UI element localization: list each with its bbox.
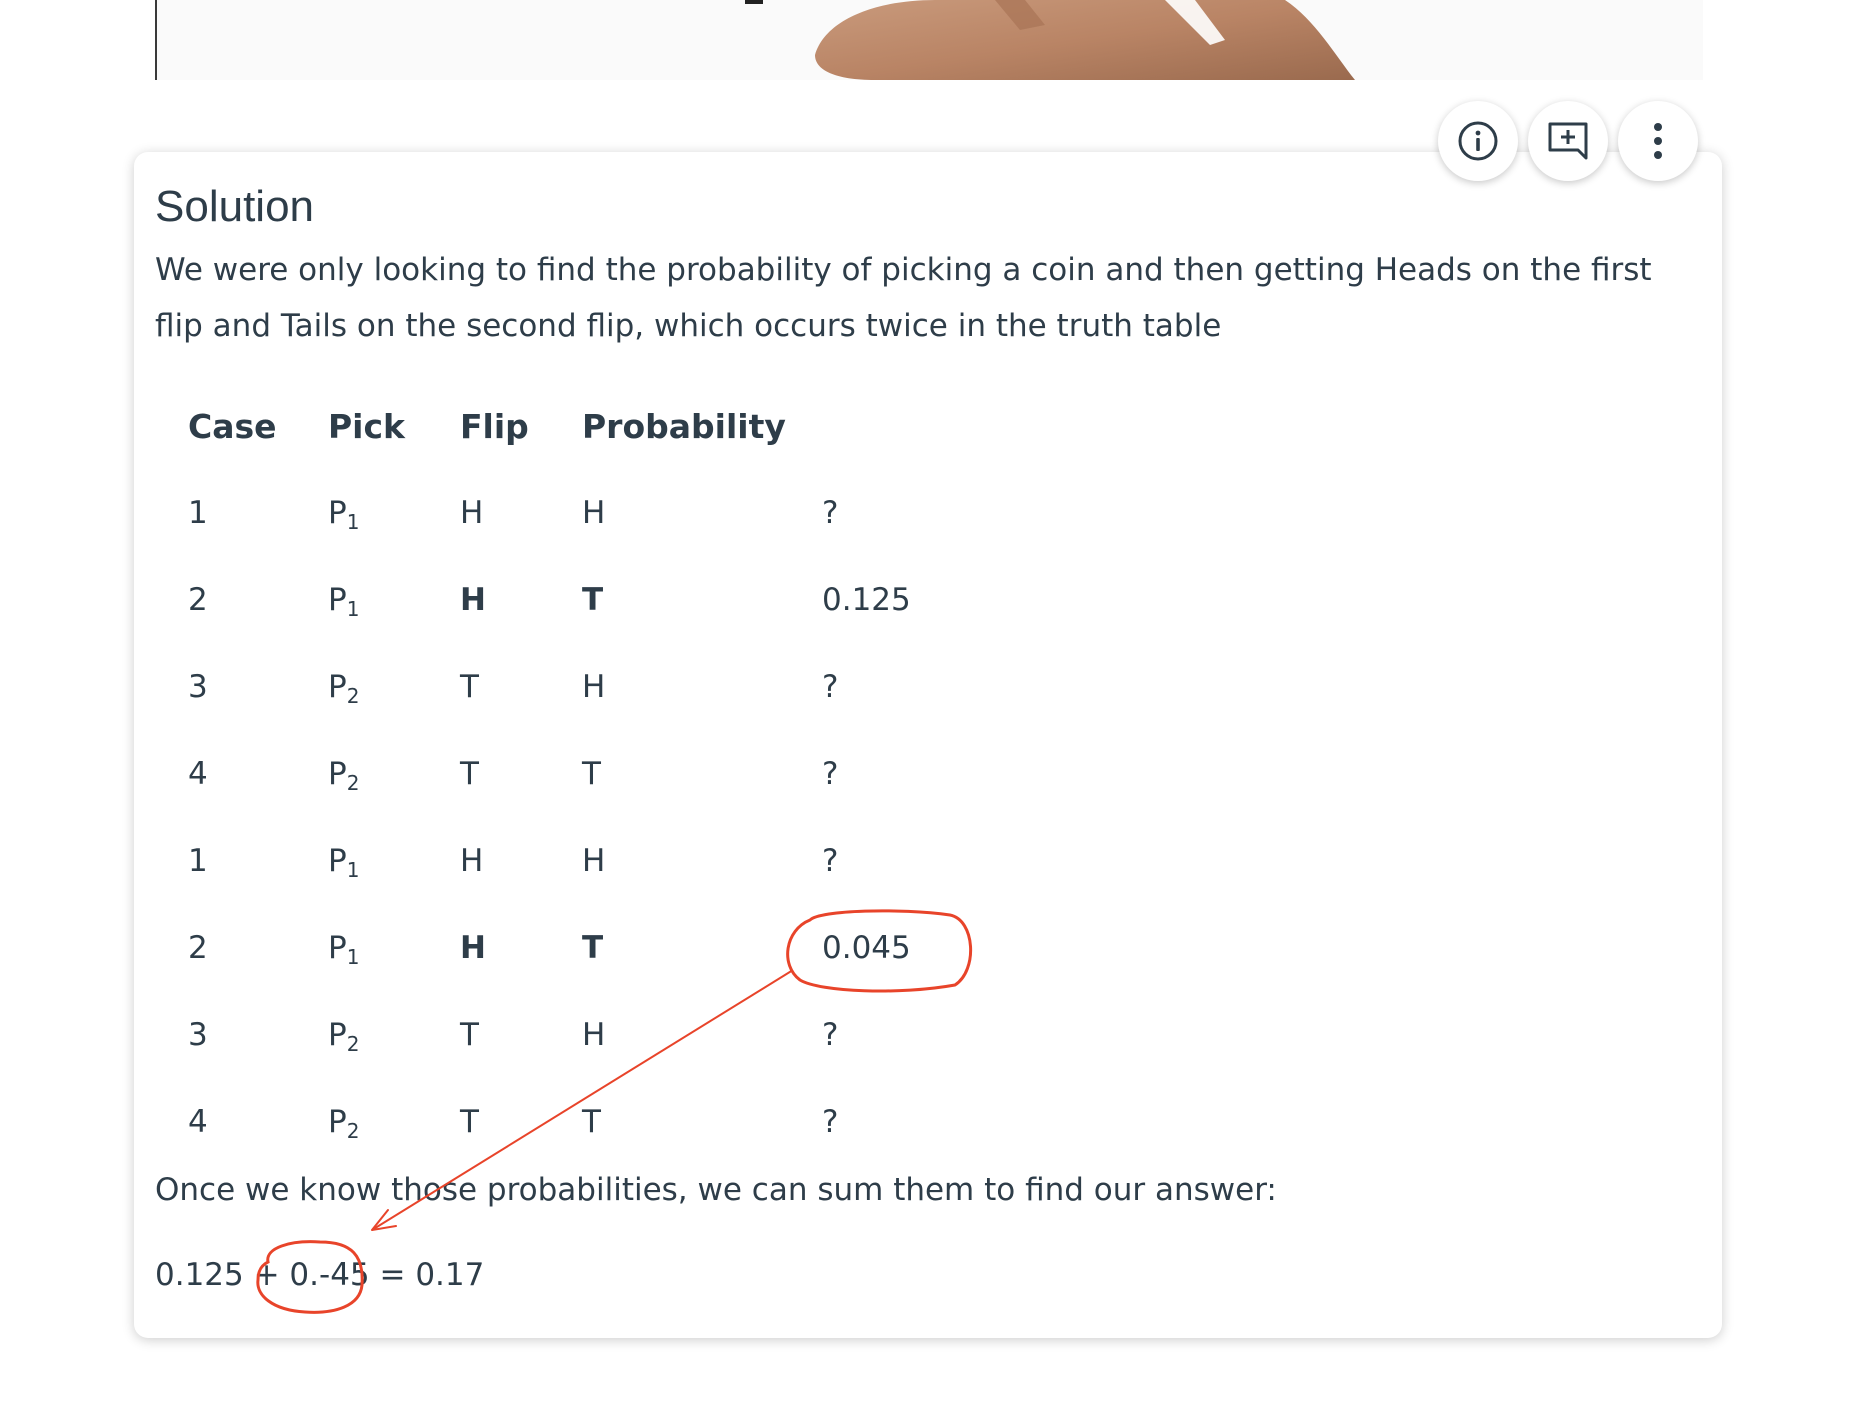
more-options-button[interactable] (1618, 101, 1698, 181)
table-cell-case: 3 (188, 1017, 208, 1053)
table-cell-flip2: T (582, 582, 604, 618)
table-cell-flip1: T (460, 1104, 479, 1140)
more-vertical-icon (1654, 123, 1662, 159)
table-cell-pick: P1 (328, 930, 359, 969)
table-cell-case: 2 (188, 582, 208, 618)
table-cell-prob: ? (822, 843, 839, 879)
table-cell-prob: ? (822, 669, 839, 705)
answer-equation: 0.125 + 0.-45 = 0.17 (155, 1257, 485, 1293)
table-cell-flip1: H (460, 495, 484, 531)
table-cell-flip1: T (460, 1017, 479, 1053)
table-cell-flip2: H (582, 1017, 606, 1053)
card-title: Solution (155, 182, 315, 231)
pick-letter: P (328, 843, 347, 879)
table-cell-case: 1 (188, 495, 208, 531)
table-cell-flip2: H (582, 669, 606, 705)
table-cell-pick: P1 (328, 582, 359, 621)
table-cell-pick: P2 (328, 669, 359, 708)
pick-letter: P (328, 756, 347, 792)
table-header: Case (188, 407, 277, 446)
table-cell-flip1: T (460, 756, 479, 792)
table-cell-flip2: H (582, 495, 606, 531)
table-header: Flip (460, 407, 529, 446)
table-cell-prob: ? (822, 1017, 839, 1053)
table-cell-flip1: H (460, 930, 486, 966)
pick-subscript: 2 (346, 1032, 360, 1056)
pick-subscript: 2 (346, 1119, 360, 1143)
card-intro: We were only looking to find the probabi… (155, 252, 1652, 344)
table-cell-flip1: H (460, 843, 484, 879)
table-cell-pick: P2 (328, 1104, 359, 1143)
pick-subscript: 2 (346, 684, 360, 708)
table-cell-flip1: T (460, 669, 479, 705)
table-cell-case: 2 (188, 930, 208, 966)
info-button[interactable] (1438, 101, 1518, 181)
info-icon (1458, 121, 1498, 161)
pick-letter: P (328, 1104, 347, 1140)
table-cell-pick: P2 (328, 1017, 359, 1056)
pick-letter: P (328, 582, 347, 618)
table-cell-prob: ? (822, 756, 839, 792)
hand-image (815, 0, 1355, 80)
table-cell-flip1: H (460, 582, 486, 618)
video-frame-edge (155, 0, 157, 80)
table-cell-prob: 0.045 (822, 930, 911, 966)
table-cell-flip2: H (582, 843, 606, 879)
table-cell-case: 3 (188, 669, 208, 705)
card-outro: Once we know those probabilities, we can… (155, 1172, 1277, 1208)
table-cell-case: 4 (188, 1104, 208, 1140)
page: Solution We were only looking to find th… (0, 0, 1856, 1416)
pick-letter: P (328, 669, 347, 705)
table-cell-prob: 0.125 (822, 582, 911, 618)
table-cell-prob: ? (822, 1104, 839, 1140)
table-cell-pick: P1 (328, 495, 359, 534)
table-cell-case: 1 (188, 843, 208, 879)
pick-subscript: 2 (346, 771, 360, 795)
video-frame[interactable] (155, 0, 1703, 80)
solution-card: Solution We were only looking to find th… (134, 152, 1722, 1338)
pick-subscript: 1 (346, 945, 360, 969)
pick-subscript: 1 (346, 858, 360, 882)
pick-subscript: 1 (346, 597, 360, 621)
card-actions (1438, 101, 1698, 181)
pick-letter: P (328, 1017, 347, 1053)
table-header: Probability (582, 407, 786, 446)
table-cell-pick: P2 (328, 756, 359, 795)
table-cell-flip2: T (582, 930, 604, 966)
add-note-button[interactable] (1528, 101, 1608, 181)
add-note-icon (1548, 122, 1588, 160)
table-header: Pick (328, 407, 406, 446)
table-cell-case: 4 (188, 756, 208, 792)
pick-letter: P (328, 495, 347, 531)
table-cell-pick: P1 (328, 843, 359, 882)
pen-stroke (745, 0, 763, 4)
table-cell-flip2: T (582, 1104, 601, 1140)
pick-subscript: 1 (346, 510, 360, 534)
table-cell-flip2: T (582, 756, 601, 792)
table-cell-prob: ? (822, 495, 839, 531)
pick-letter: P (328, 930, 347, 966)
